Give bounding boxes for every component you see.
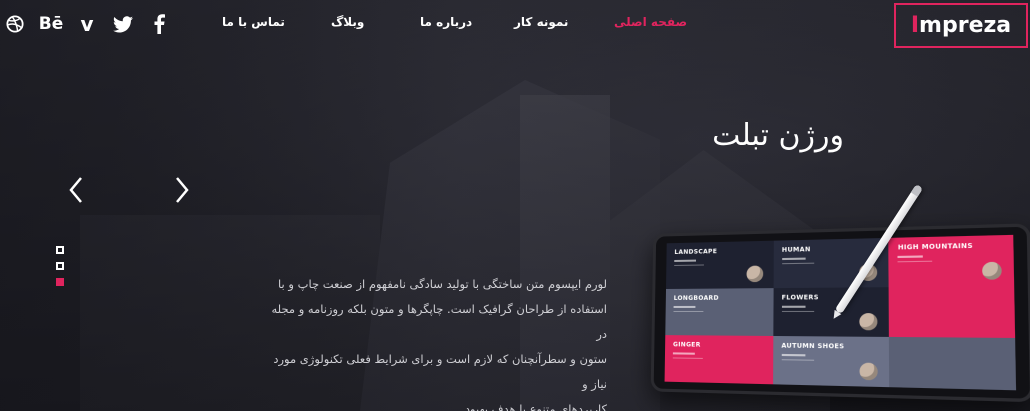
dribbble-icon — [6, 15, 24, 33]
tile-label: HUMAN — [781, 246, 811, 254]
slide-text-line: ستون و سطرآنچنان که لازم است و برای شرای… — [273, 352, 607, 391]
logo-lead-letter: I — [910, 13, 920, 38]
tablet-tile — [888, 286, 1016, 338]
nav-item-contact[interactable]: تماس با ما — [222, 15, 285, 29]
tablet-tile: AUTUMN SHOES — [772, 335, 890, 388]
tile-label: HIGH MOUNTAINS — [897, 242, 974, 252]
site-header: Impreza صفحه اصلی نمونه کار درباره ما وب… — [0, 0, 1030, 50]
facebook-icon — [154, 14, 165, 34]
tablet-tile: LONGBOARD — [665, 288, 774, 336]
logo-text: mpreza — [919, 13, 1012, 38]
slider-prev-button[interactable] — [67, 176, 87, 204]
chevron-left-icon — [69, 177, 82, 203]
vimeo-link[interactable]: v — [76, 12, 98, 36]
vimeo-icon: v — [80, 12, 94, 36]
hero-slider: LANDSCAPE HUMAN HIGH MOUNTAINS LONGBOARD… — [0, 0, 1030, 411]
tile-label: GINGER — [672, 341, 701, 349]
chevron-right-icon — [176, 177, 189, 203]
tablet-tile: LANDSCAPE — [666, 240, 774, 289]
slide-text-line: استفاده از طراحان گرافیک است. چاپگرها و … — [271, 302, 607, 341]
nav-item-about[interactable]: درباره ما — [420, 15, 472, 29]
slide-description: لورم ایپسوم متن ساختگی با تولید سادگی نا… — [262, 272, 607, 411]
tablet-tile: HIGH MOUNTAINS — [888, 234, 1015, 288]
nav-item-portfolio[interactable]: نمونه کار — [514, 15, 568, 29]
tile-label: LANDSCAPE — [674, 248, 718, 257]
tablet-tile: GINGER — [664, 335, 773, 385]
slide-title: ورژن تبلت — [712, 118, 844, 153]
dribbble-link[interactable] — [4, 13, 26, 35]
slider-next-button[interactable] — [171, 176, 191, 204]
tile-label: FLOWERS — [781, 294, 819, 302]
tablet-tile — [889, 336, 1017, 391]
nav-item-home[interactable]: صفحه اصلی — [614, 15, 687, 29]
slide-text-line: لورم ایپسوم متن ساختگی با تولید سادگی نا… — [278, 277, 607, 291]
tile-label: LONGBOARD — [673, 294, 719, 302]
tablet-tile: FLOWERS — [772, 287, 890, 337]
tile-label: AUTUMN SHOES — [781, 342, 845, 351]
slider-dot[interactable] — [56, 262, 64, 270]
facebook-link[interactable] — [148, 13, 170, 35]
site-logo[interactable]: Impreza — [894, 3, 1028, 48]
slider-dot[interactable] — [56, 278, 64, 286]
twitter-link[interactable] — [112, 13, 134, 35]
behance-link[interactable]: Bē — [38, 13, 64, 35]
slider-dot[interactable] — [56, 246, 64, 254]
nav-item-blog[interactable]: وبلاگ — [331, 15, 364, 29]
twitter-icon — [113, 15, 133, 32]
behance-icon: Bē — [38, 14, 64, 34]
slide-text-line: کاربردهای متنوع با هدف بهبود . — [457, 402, 607, 411]
